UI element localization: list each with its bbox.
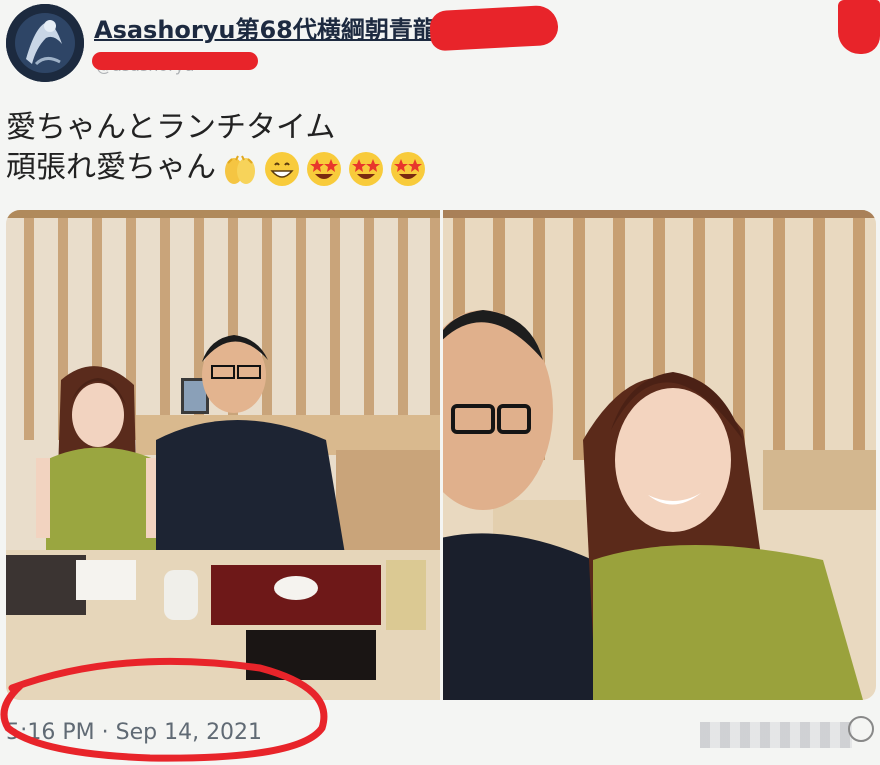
redaction-mark-corner — [838, 0, 880, 54]
tweet-timestamp[interactable]: 5:16 PM · Sep 14, 2021 — [6, 720, 262, 745]
avatar[interactable] — [6, 4, 84, 82]
star-struck-icon — [349, 151, 383, 186]
avatar-icon — [6, 4, 84, 82]
star-struck-icon — [391, 151, 425, 186]
clapping-hands-icon — [225, 155, 255, 184]
share-icon[interactable] — [848, 716, 874, 742]
tweet-text: 愛ちゃんとランチタイム 頑張れ愛ちゃん — [6, 108, 426, 188]
tweet-text-line-2: 頑張れ愛ちゃん — [6, 148, 426, 188]
tweet-photo-1[interactable] — [6, 210, 440, 700]
author-display-name[interactable]: Asashoryu第68代横綱朝青龍 — [94, 10, 437, 45]
grinning-face-icon — [265, 151, 299, 186]
tweet-text-line-2-text: 頑張れ愛ちゃん — [6, 150, 216, 185]
photo-1-image — [6, 210, 440, 700]
blurred-region — [700, 722, 852, 748]
photo-2-image — [443, 210, 876, 700]
redaction-mark-name — [429, 4, 559, 52]
tweet-text-line-1: 愛ちゃんとランチタイム — [6, 110, 336, 145]
redaction-mark-handle — [92, 52, 258, 70]
tweet-photo-2[interactable] — [443, 210, 876, 700]
star-struck-icon — [307, 151, 341, 186]
